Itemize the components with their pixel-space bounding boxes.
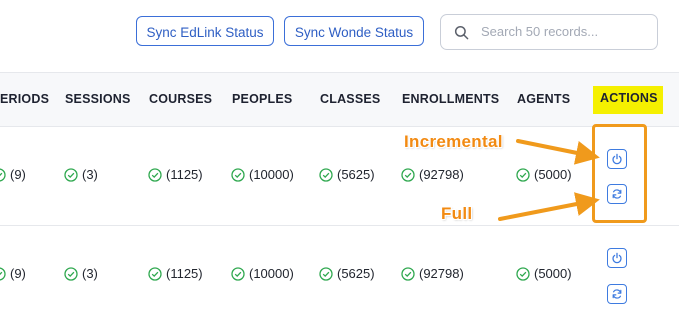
check-circle-icon	[148, 266, 162, 281]
cell-courses: (1125)	[148, 266, 203, 281]
sync-edlink-status-button[interactable]: Sync EdLink Status	[136, 16, 274, 46]
check-circle-icon	[64, 167, 78, 182]
cell-peoples: (10000)	[231, 167, 294, 182]
check-circle-icon	[148, 167, 162, 182]
col-sessions: SESSIONS	[65, 92, 131, 106]
cell-peoples: (10000)	[231, 266, 294, 281]
search-icon	[454, 25, 469, 40]
refresh-icon	[612, 289, 622, 299]
cell-classes: (5625)	[319, 266, 375, 281]
col-courses: COURSES	[149, 92, 213, 106]
incremental-annotation-label: Incremental	[404, 132, 503, 151]
table-header: ERIODS SESSIONS COURSES PEOPLES CLASSES …	[0, 72, 679, 127]
table-row: (9) (3) (1125) (10000) (5625) (92798) (5…	[0, 226, 679, 320]
col-periods: ERIODS	[0, 92, 50, 106]
incremental-sync-button[interactable]	[607, 248, 627, 268]
check-circle-icon	[0, 167, 6, 182]
cell-agents: (5000)	[516, 167, 572, 182]
check-circle-icon	[516, 266, 530, 281]
full-sync-button[interactable]	[607, 284, 627, 304]
search-input[interactable]: Search 50 records...	[440, 14, 658, 50]
check-circle-icon	[231, 266, 245, 281]
sync-wonde-status-button[interactable]: Sync Wonde Status	[284, 16, 424, 46]
cell-enrollments: (92798)	[401, 167, 464, 182]
toolbar: Sync EdLink Status Sync Wonde Status Sea…	[0, 0, 679, 70]
check-circle-icon	[516, 167, 530, 182]
cell-sessions: (3)	[64, 266, 98, 281]
check-circle-icon	[319, 266, 333, 281]
check-circle-icon	[401, 167, 415, 182]
check-circle-icon	[319, 167, 333, 182]
check-circle-icon	[0, 266, 6, 281]
search-placeholder: Search 50 records...	[481, 24, 599, 39]
cell-enrollments: (92798)	[401, 266, 464, 281]
cell-courses: (1125)	[148, 167, 203, 182]
full-annotation-label: Full	[441, 204, 473, 223]
check-circle-icon	[401, 266, 415, 281]
col-classes: CLASSES	[320, 92, 381, 106]
cell-classes: (5625)	[319, 167, 375, 182]
cell-periods: (9)	[0, 167, 26, 182]
check-circle-icon	[231, 167, 245, 182]
actions-annotation-box	[592, 124, 647, 223]
col-enrollments: ENROLLMENTS	[402, 92, 500, 106]
check-circle-icon	[64, 266, 78, 281]
col-peoples: PEOPLES	[232, 92, 293, 106]
cell-periods: (9)	[0, 266, 26, 281]
cell-sessions: (3)	[64, 167, 98, 182]
table-row: (9) (3) (1125) (10000) (5625) (92798) (5…	[0, 127, 679, 226]
col-actions: ACTIONS	[600, 91, 658, 105]
col-agents: AGENTS	[517, 92, 571, 106]
power-icon	[612, 252, 622, 264]
cell-agents: (5000)	[516, 266, 572, 281]
